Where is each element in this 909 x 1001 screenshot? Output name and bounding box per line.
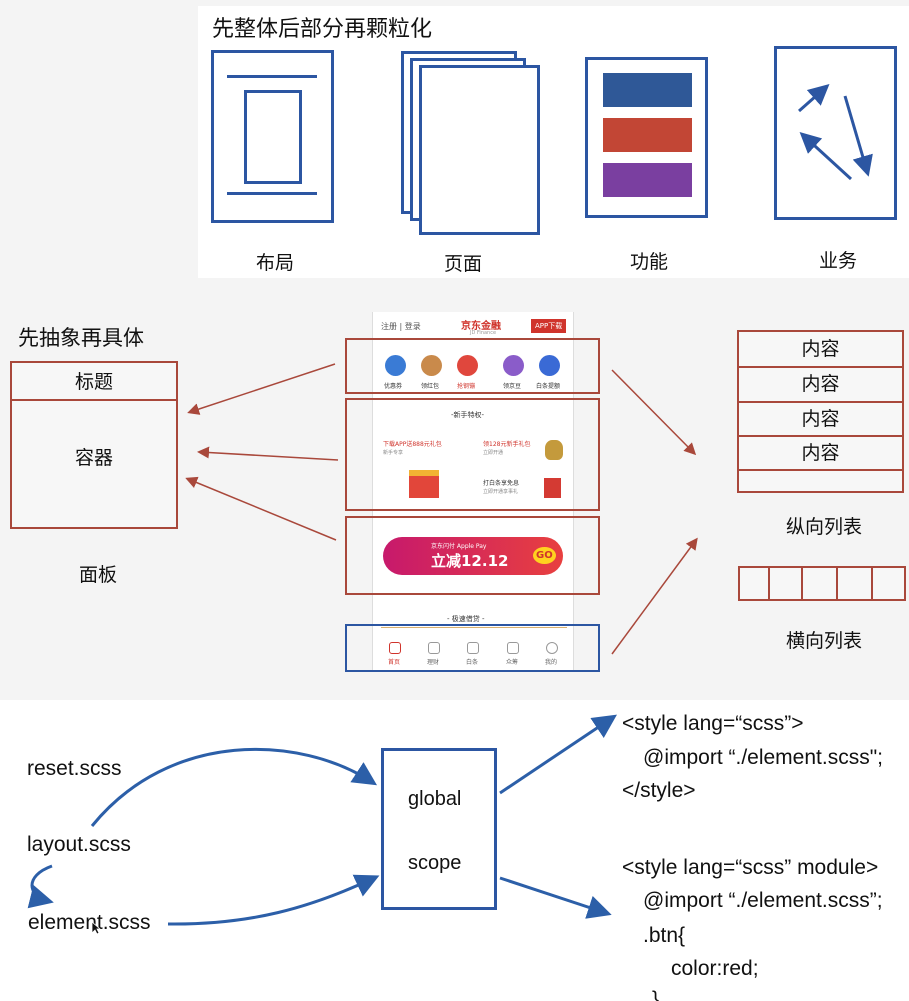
section3-arrows xyxy=(27,714,617,926)
arrow-layout-to-element xyxy=(27,864,54,909)
arrow-nav-to-hlist xyxy=(611,537,698,655)
section2-arrows xyxy=(185,363,698,655)
arrow-newbie-to-panel xyxy=(197,446,339,461)
arrow-reset-to-global xyxy=(90,747,378,827)
arrow-banner-to-panel xyxy=(185,476,337,541)
arrow-element-to-global xyxy=(167,874,380,926)
arrow-global-to-code1 xyxy=(499,714,617,795)
mouse-cursor-icon xyxy=(91,921,101,935)
arrow-icons-to-vlist xyxy=(611,369,697,456)
arrow-scope-to-code2 xyxy=(499,876,612,919)
arrow-icons-to-panel xyxy=(187,363,336,415)
